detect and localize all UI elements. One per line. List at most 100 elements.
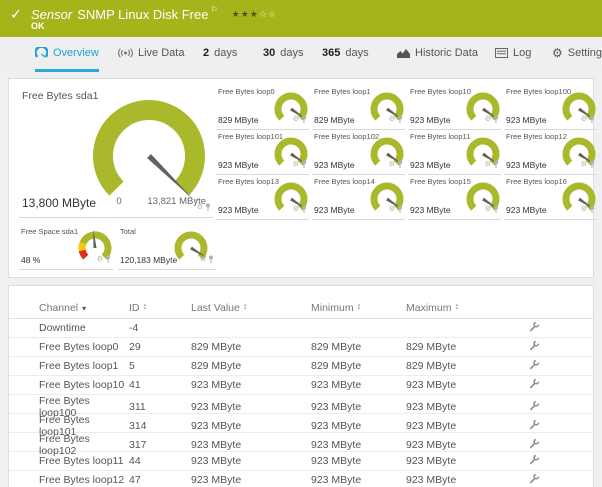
gauge-settings-icon[interactable]: ⚙: [97, 256, 103, 263]
gauge-settings-icon[interactable]: ⚙: [293, 161, 299, 168]
gauge-tile-total: Total 120,183 MByte ⚙: [118, 223, 216, 270]
cell-channel[interactable]: Free Bytes loop102: [39, 433, 129, 457]
pin-icon[interactable]: [493, 155, 499, 173]
flag-icon[interactable]: ⚐: [210, 5, 217, 14]
channel-settings-wrench-icon[interactable]: [529, 419, 540, 433]
channel-settings-wrench-icon[interactable]: [529, 438, 540, 452]
gauge-loop-value: 923 MByte: [410, 115, 451, 125]
gauge-loop-value: 923 MByte: [506, 160, 547, 170]
channel-settings-wrench-icon[interactable]: [529, 321, 540, 335]
sort-toggle-icon: ▴ ▾: [455, 302, 459, 312]
pin-icon[interactable]: [301, 155, 307, 173]
channel-settings-wrench-icon[interactable]: [529, 400, 540, 414]
cell-minimum: 923 MByte: [311, 455, 362, 467]
gauge-loop-value: 923 MByte: [506, 205, 547, 215]
gauge-tile-loop: Free Bytes loop101 923 MByte ⚙: [216, 129, 309, 175]
star-empty-icon[interactable]: ☆: [259, 9, 268, 19]
tab-365-days[interactable]: 365 days: [322, 37, 369, 69]
star-filled-icon[interactable]: ★: [250, 9, 259, 19]
cell-maximum: 923 MByte: [406, 379, 457, 391]
tab-historic-data[interactable]: Historic Data: [397, 37, 478, 69]
pin-icon[interactable]: [493, 110, 499, 128]
gauge-settings-icon[interactable]: ⚙: [485, 206, 491, 213]
pin-icon[interactable]: [493, 200, 499, 218]
gauge-settings-icon[interactable]: ⚙: [293, 116, 299, 123]
column-header-id[interactable]: ID ▴ ▾: [129, 302, 191, 314]
gauge-settings-icon[interactable]: ⚙: [485, 116, 491, 123]
channel-settings-wrench-icon[interactable]: [529, 473, 540, 487]
channel-settings-wrench-icon[interactable]: [529, 340, 540, 354]
gauge-loop-label: Free Bytes loop11: [410, 132, 471, 141]
gauge-tile-icons: ⚙: [581, 200, 595, 218]
sensor-title: SNMP Linux Disk Free: [77, 7, 209, 22]
gauge-tile-loop: Free Bytes loop14 923 MByte ⚙: [312, 174, 405, 220]
table-row: Free Bytes loop11 44 923 MByte 923 MByte 923…: [9, 452, 593, 471]
gauge-free-space-value: 48 %: [21, 255, 41, 265]
gauge-loop-label: Free Bytes loop1: [314, 87, 371, 96]
cell-channel[interactable]: Free Bytes loop12: [39, 474, 129, 486]
status-ok-check-icon: ✓: [10, 6, 22, 22]
pin-icon[interactable]: [397, 155, 403, 173]
gauge-loop-value: 923 MByte: [218, 205, 259, 215]
pin-icon[interactable]: [208, 250, 214, 268]
channel-settings-wrench-icon[interactable]: [529, 359, 540, 373]
gauge-settings-icon[interactable]: ⚙: [581, 161, 587, 168]
channel-settings-wrench-icon[interactable]: [529, 378, 540, 392]
gauge-settings-icon[interactable]: ⚙: [389, 116, 395, 123]
gauge-settings-icon[interactable]: ⚙: [581, 206, 587, 213]
column-header-last-value[interactable]: Last Value ▴ ▾: [191, 302, 311, 314]
sort-toggle-icon: ▴ ▾: [243, 302, 247, 312]
gauge-tile-icons: ⚙: [389, 155, 403, 173]
pin-icon[interactable]: [397, 110, 403, 128]
column-header-minimum[interactable]: Minimum ▴ ▾: [311, 302, 406, 314]
cell-channel[interactable]: Free Bytes loop10: [39, 379, 129, 391]
gauge-settings-icon[interactable]: ⚙: [485, 161, 491, 168]
table-row: Free Bytes loop10 41 923 MByte 923 MByte 923…: [9, 376, 593, 395]
cell-maximum: 923 MByte: [406, 474, 457, 486]
pin-icon[interactable]: [301, 110, 307, 128]
tab-overview[interactable]: Overview: [35, 37, 99, 72]
pin-icon[interactable]: [589, 155, 595, 173]
star-filled-icon[interactable]: ★: [241, 9, 250, 19]
cell-channel[interactable]: Downtime: [39, 322, 129, 334]
column-header-maximum[interactable]: Maximum ▴ ▾: [406, 302, 521, 314]
pin-icon[interactable]: [301, 200, 307, 218]
table-row: Downtime -4: [9, 319, 593, 338]
priority-stars[interactable]: ★★★☆☆: [232, 9, 277, 19]
gauge-settings-icon[interactable]: ⚙: [200, 256, 206, 263]
cell-maximum: 923 MByte: [406, 455, 457, 467]
pin-icon[interactable]: [105, 250, 111, 268]
channel-settings-wrench-icon[interactable]: [529, 454, 540, 468]
cell-channel[interactable]: Free Bytes loop0: [39, 341, 129, 353]
tab-30-days[interactable]: 30 days: [263, 37, 304, 69]
pin-icon[interactable]: [589, 200, 595, 218]
gauge-settings-icon[interactable]: ⚙: [581, 116, 587, 123]
tab-30-days-label: days: [280, 47, 304, 59]
gauge-settings-icon[interactable]: ⚙: [389, 161, 395, 168]
gauge-tile-icons: ⚙: [293, 200, 307, 218]
star-filled-icon[interactable]: ★: [232, 9, 241, 19]
gauge-settings-icon[interactable]: ⚙: [197, 204, 203, 211]
pin-icon[interactable]: [397, 200, 403, 218]
cell-channel[interactable]: Free Bytes loop1: [39, 360, 129, 372]
cell-maximum: 829 MByte: [406, 341, 457, 353]
gauge-loop-label: Free Bytes loop16: [506, 177, 567, 186]
gauge-settings-icon[interactable]: ⚙: [389, 206, 395, 213]
gauge-total-value: 120,183 MByte: [120, 255, 178, 265]
gauge-loop-value: 923 MByte: [506, 115, 547, 125]
column-header-id-label: ID: [129, 302, 140, 314]
tab-log[interactable]: Log: [495, 37, 531, 69]
star-empty-icon[interactable]: ☆: [268, 9, 277, 19]
tab-settings[interactable]: ⚙ Settings: [552, 37, 602, 69]
pin-icon[interactable]: [205, 198, 211, 216]
cell-channel[interactable]: Free Bytes loop11: [39, 455, 129, 467]
pin-icon[interactable]: [589, 110, 595, 128]
tab-2-days[interactable]: 2 days: [203, 37, 237, 69]
gauge-tile-icons: ⚙: [97, 250, 111, 268]
gauge-tile-free-space: Free Space sda1 48 % ⚙: [19, 223, 113, 270]
tab-historic-data-label: Historic Data: [415, 47, 478, 59]
column-header-channel[interactable]: Channel ▾: [39, 302, 129, 314]
gauge-settings-icon[interactable]: ⚙: [293, 206, 299, 213]
tab-live-data[interactable]: Live Data: [118, 37, 184, 69]
gauge-tile-loop: Free Bytes loop12 923 MByte ⚙: [504, 129, 597, 175]
